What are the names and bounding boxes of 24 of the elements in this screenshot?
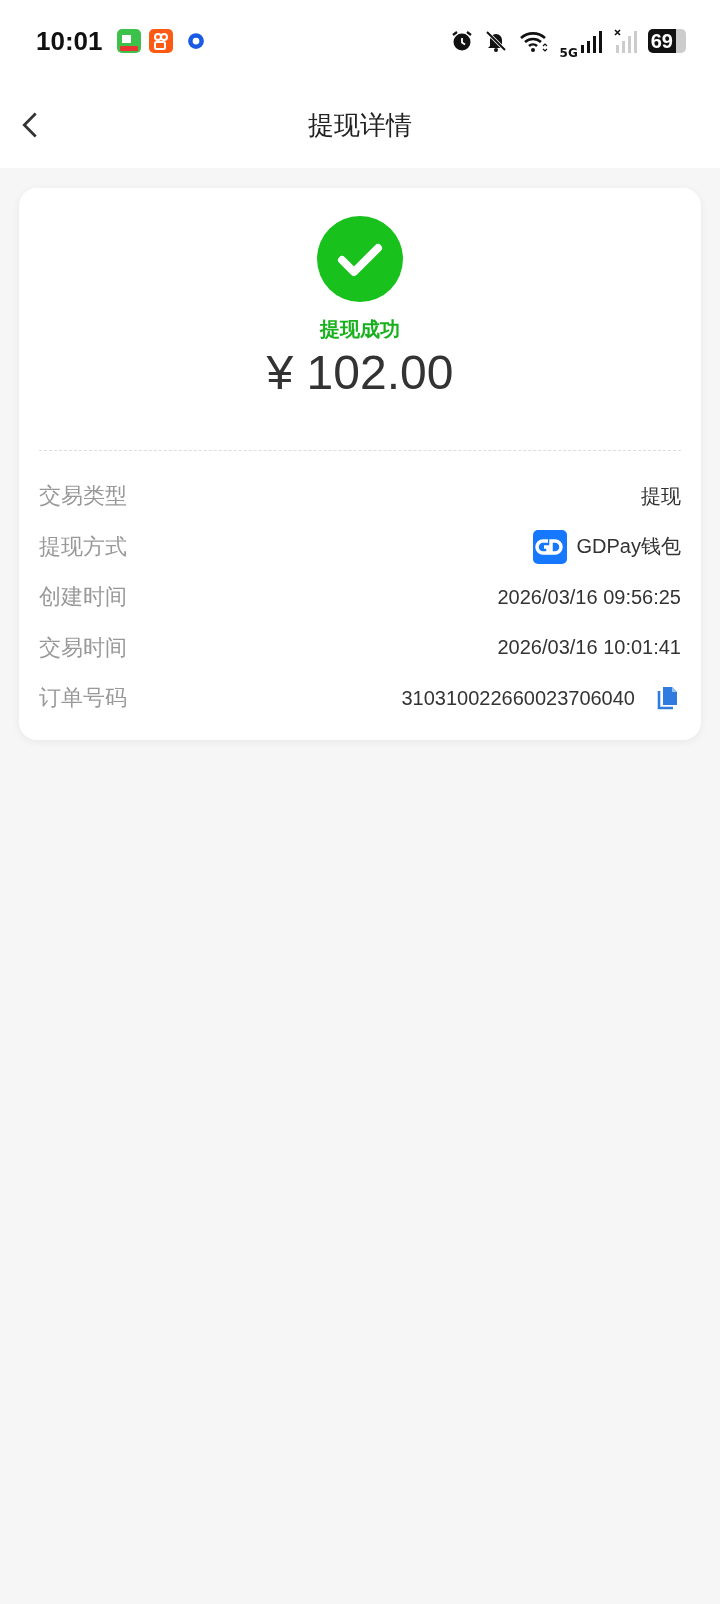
detail-label: 交易时间 bbox=[39, 633, 127, 662]
detail-value: GDPay钱包 bbox=[576, 534, 681, 560]
app-icon bbox=[186, 32, 205, 50]
detail-value: 310310022660023706040 bbox=[401, 686, 635, 710]
status-time: 10:01 bbox=[36, 25, 103, 57]
detail-value: 2026/03/16 09:56:25 bbox=[497, 585, 681, 609]
amount: ¥ 102.00 bbox=[266, 345, 454, 400]
status-text: 提现成功 bbox=[320, 316, 400, 343]
detail-value: 提现 bbox=[641, 483, 681, 509]
network-type: 5G bbox=[559, 46, 578, 60]
detail-value: 2026/03/16 10:01:41 bbox=[497, 636, 681, 660]
page-title: 提现详情 bbox=[308, 108, 412, 142]
signal-icon bbox=[579, 29, 604, 53]
signal-icon bbox=[613, 29, 638, 53]
detail-label: 交易类型 bbox=[39, 482, 127, 511]
app-icon bbox=[148, 29, 173, 53]
detail-label: 创建时间 bbox=[39, 583, 127, 612]
battery-indicator: 69 bbox=[647, 29, 686, 53]
detail-label: 提现方式 bbox=[39, 532, 127, 561]
muted-bell-icon bbox=[483, 29, 508, 53]
wallet-logo-icon bbox=[532, 529, 567, 564]
detail-label: 订单号码 bbox=[39, 684, 127, 713]
app-icon bbox=[116, 29, 141, 53]
back-icon[interactable] bbox=[22, 111, 38, 139]
